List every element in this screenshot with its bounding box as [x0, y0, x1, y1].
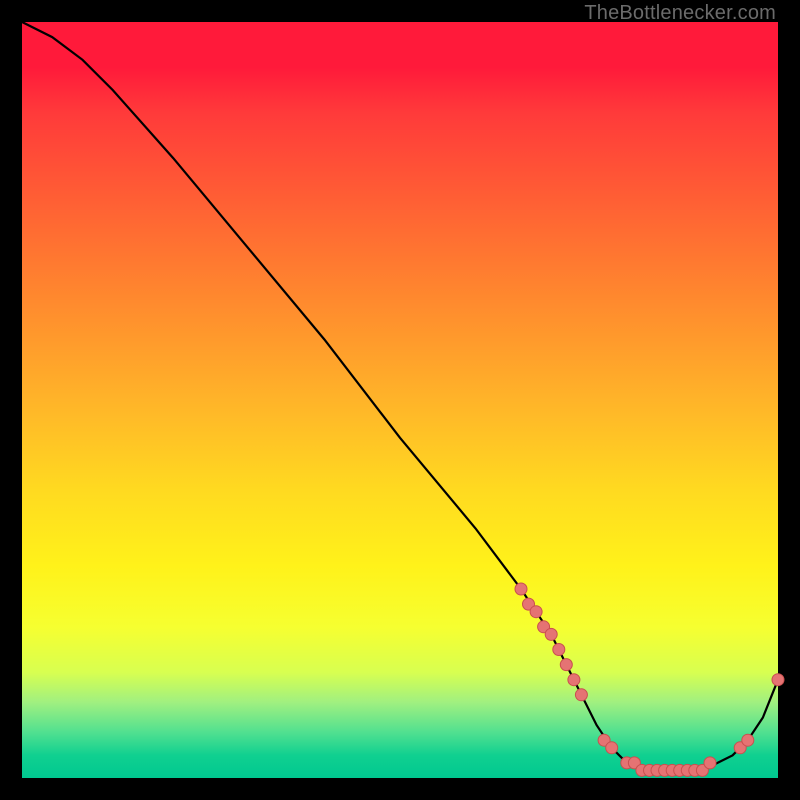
- data-point: [704, 757, 716, 769]
- chart-overlay: [22, 22, 778, 778]
- data-point: [575, 689, 587, 701]
- data-point: [553, 644, 565, 656]
- data-point: [772, 674, 784, 686]
- data-point: [568, 674, 580, 686]
- chart-markers: [515, 583, 784, 776]
- data-point: [530, 606, 542, 618]
- chart-stage: TheBottlenecker.com: [0, 0, 800, 800]
- data-point: [515, 583, 527, 595]
- data-point: [606, 742, 618, 754]
- data-point: [560, 659, 572, 671]
- data-point: [545, 628, 557, 640]
- chart-curve: [22, 22, 778, 770]
- data-point: [742, 734, 754, 746]
